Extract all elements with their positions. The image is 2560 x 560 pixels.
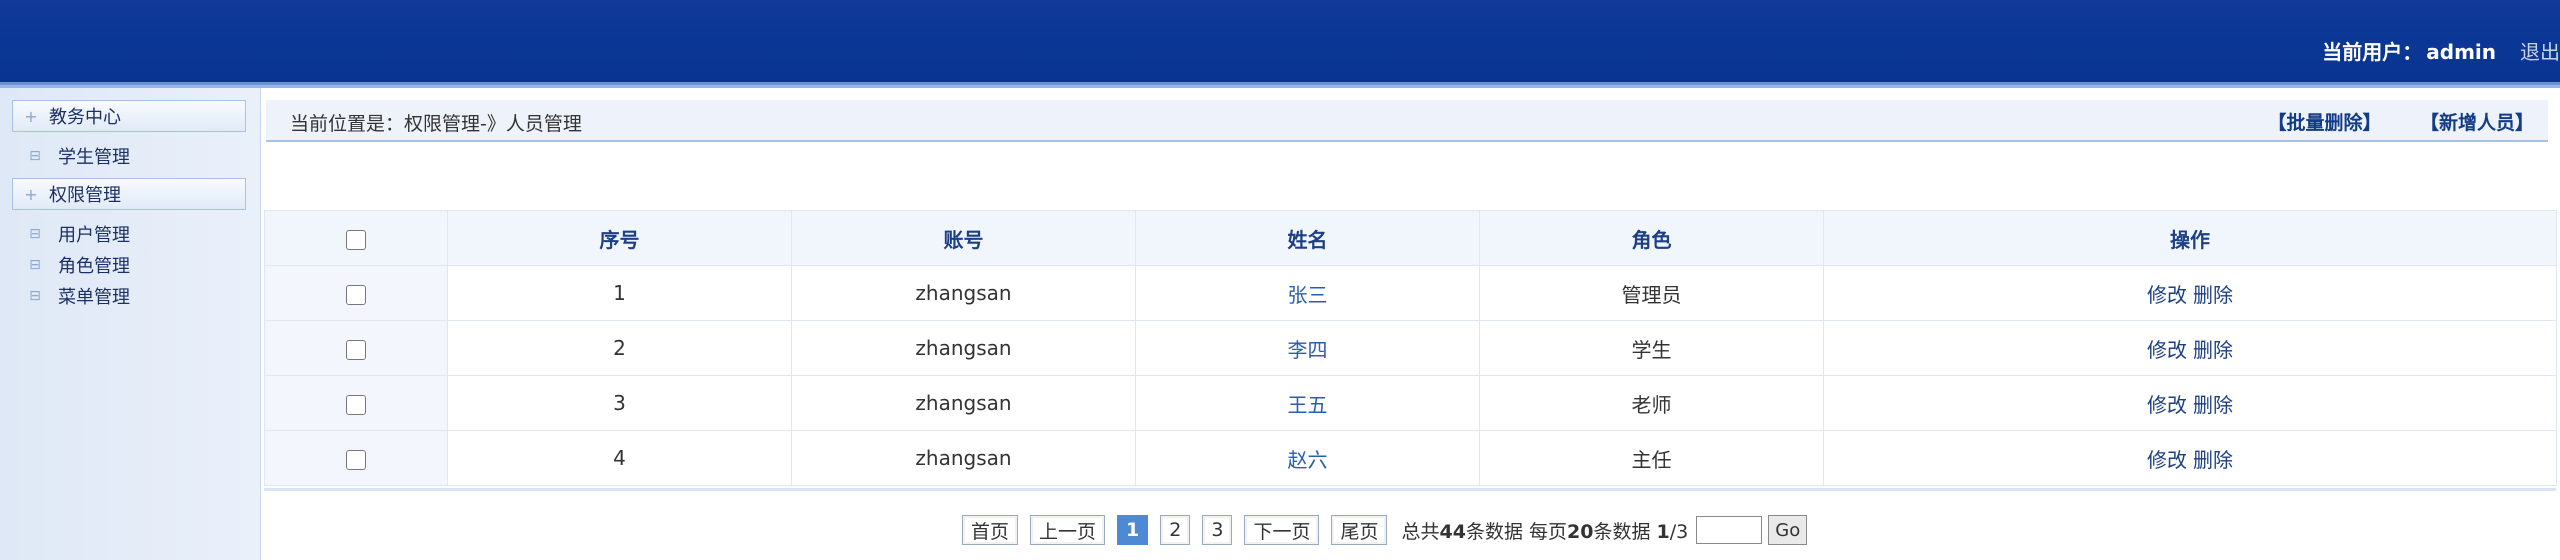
edit-link[interactable]: 修改 [2147,448,2187,472]
collapse-icon: ⊟ [29,257,41,273]
table-row: 2 zhangsan 李四 学生 修改 删除 [264,320,2557,376]
column-header-id: 序号 [447,210,792,266]
cell-actions: 修改 删除 [1823,375,2557,431]
collapse-icon: ⊟ [29,226,41,242]
logout-link[interactable]: 退出 [2520,40,2560,64]
total-count: 44 [1439,520,1466,543]
page-jump-input[interactable] [1696,516,1763,544]
cell-id: 1 [447,265,792,321]
delete-link[interactable]: 删除 [2193,338,2233,362]
delete-link[interactable]: 删除 [2193,393,2233,417]
first-page-button[interactable]: 首页 [962,515,1019,545]
cell-name[interactable]: 赵六 [1135,430,1480,486]
row-select-cell [264,375,448,431]
cell-id: 3 [447,375,792,431]
cell-name[interactable]: 李四 [1135,320,1480,376]
pagination: 首页 上一页 1 2 3 下一页 尾页 总共44条数据 每页20条数据 1/3 … [962,510,1808,550]
current-user: 当前用户： admin 退出 [2322,36,2560,65]
sidebar-item-label: 菜单管理 [58,287,130,308]
sidebar-item-roles[interactable]: ⊟ 角色管理 [12,251,130,279]
sidebar-item-students[interactable]: ⊟ 学生管理 [12,142,130,170]
per-page-count: 20 [1567,520,1594,543]
delete-link[interactable]: 删除 [2193,283,2233,307]
edit-link[interactable]: 修改 [2147,283,2187,307]
user-table: 序号 账号 姓名 角色 操作 1 zhangsan 张三 管理员 修改 删除 2 … [264,210,2557,486]
sidebar-item-label: 用户管理 [58,225,130,246]
main-content: 当前位置是：权限管理-》人员管理 【批量删除】 【新增人员】 序号 账号 姓名 角… [264,88,2560,560]
page-button-3[interactable]: 3 [1202,515,1233,545]
cell-id: 4 [447,430,792,486]
add-user-button[interactable]: 【新增人员】 [2429,112,2534,134]
table-bottom-border [264,488,2556,491]
cell-id: 2 [447,320,792,376]
breadcrumb-bar: 当前位置是：权限管理-》人员管理 【批量删除】 【新增人员】 [266,100,2548,142]
cell-account: zhangsan [791,320,1136,376]
column-header-role: 角色 [1479,210,1824,266]
cell-role: 学生 [1479,320,1824,376]
cell-account: zhangsan [791,430,1136,486]
column-header-name: 姓名 [1135,210,1480,266]
row-select-cell [264,430,448,486]
cell-actions: 修改 删除 [1823,265,2557,321]
batch-delete-button[interactable]: 【批量删除】 [2267,112,2381,134]
cell-account: zhangsan [791,265,1136,321]
cell-actions: 修改 删除 [1823,320,2557,376]
column-header-actions: 操作 [1823,210,2557,266]
sidebar-group-label: 权限管理 [49,185,121,206]
table-row: 3 zhangsan 王五 老师 修改 删除 [264,375,2557,431]
per-page-prefix: 每页 [1529,520,1568,543]
per-page-suffix: 条数据 [1593,520,1651,543]
sidebar-item-label: 角色管理 [58,256,130,277]
expand-icon: + [24,106,38,126]
cell-role: 主任 [1479,430,1824,486]
sidebar-group-academic[interactable]: + 教务中心 [12,100,246,132]
cell-role: 管理员 [1479,265,1824,321]
sidebar-group-permissions[interactable]: + 权限管理 [12,178,246,210]
row-select-cell [264,265,448,321]
sidebar-item-label: 学生管理 [58,147,130,168]
pagination-info: 总共44条数据 每页20条数据 1/3 [1401,517,1688,544]
page-total: /3 [1669,520,1689,543]
sidebar-item-menus[interactable]: ⊟ 菜单管理 [12,282,130,310]
expand-icon: + [24,184,38,204]
cell-account: zhangsan [791,375,1136,431]
current-user-name: admin [2426,40,2496,64]
cell-name[interactable]: 王五 [1135,375,1480,431]
last-page-button[interactable]: 尾页 [1331,515,1388,545]
cell-name[interactable]: 张三 [1135,265,1480,321]
top-header: 当前用户： admin 退出 [0,0,2560,85]
sidebar: + 教务中心 ⊟ 学生管理 + 权限管理 ⊟ 用户管理 ⊟ 角色管理 ⊟ 菜单管… [0,88,261,560]
prev-page-button[interactable]: 上一页 [1030,515,1106,545]
sidebar-group-label: 教务中心 [49,107,121,128]
breadcrumb: 当前位置是：权限管理-》人员管理 [290,113,582,135]
page-button-1[interactable]: 1 [1117,515,1149,545]
column-header-account: 账号 [791,210,1136,266]
go-button[interactable]: Go [1768,515,1808,545]
row-checkbox[interactable] [346,284,366,305]
collapse-icon: ⊟ [29,288,41,304]
table-header-row: 序号 账号 姓名 角色 操作 [264,210,2557,266]
delete-link[interactable]: 删除 [2193,448,2233,472]
sidebar-item-users[interactable]: ⊟ 用户管理 [12,220,130,248]
cell-actions: 修改 删除 [1823,430,2557,486]
table-row: 4 zhangsan 赵六 主任 修改 删除 [264,430,2557,486]
row-checkbox[interactable] [346,449,366,470]
cell-role: 老师 [1479,375,1824,431]
table-row: 1 zhangsan 张三 管理员 修改 删除 [264,265,2557,321]
toolbar-actions: 【批量删除】 【新增人员】 [2219,108,2534,135]
current-page-status: 1 [1656,520,1670,543]
page-button-2[interactable]: 2 [1160,515,1191,545]
select-all-checkbox[interactable] [346,229,366,250]
row-checkbox[interactable] [346,394,366,415]
next-page-button[interactable]: 下一页 [1244,515,1320,545]
edit-link[interactable]: 修改 [2147,393,2187,417]
select-all-cell [264,210,448,266]
total-prefix: 总共 [1401,520,1440,543]
current-user-label: 当前用户： [2322,40,2423,64]
row-select-cell [264,320,448,376]
collapse-icon: ⊟ [29,148,41,164]
row-checkbox[interactable] [346,339,366,360]
total-suffix: 条数据 [1465,520,1523,543]
edit-link[interactable]: 修改 [2147,338,2187,362]
